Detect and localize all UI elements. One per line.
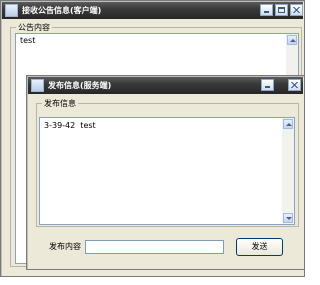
- close-button[interactable]: [290, 4, 303, 16]
- app-icon: [31, 79, 44, 92]
- scroll-down-button[interactable]: [283, 213, 293, 223]
- maximize-icon: [278, 7, 285, 13]
- scroll-up-icon: [290, 39, 296, 42]
- publish-content-input[interactable]: [85, 240, 224, 254]
- scroll-up-button[interactable]: [283, 119, 293, 129]
- notice-line: test: [20, 36, 36, 45]
- notice-content-label: 公告内容: [16, 22, 52, 33]
- maximize-button[interactable]: [275, 4, 288, 16]
- publish-line: 3-39-42 test: [44, 121, 96, 130]
- publish-scrollbar[interactable]: [282, 118, 294, 224]
- close-icon: [291, 82, 298, 88]
- minimize-button[interactable]: [261, 79, 274, 91]
- server-window-title: 发布信息(服务端): [48, 81, 112, 90]
- send-button[interactable]: 发送: [236, 238, 283, 256]
- scroll-down-icon: [286, 217, 292, 220]
- publish-info-textarea[interactable]: 3-39-42 test: [39, 117, 295, 225]
- minimize-button[interactable]: [260, 4, 273, 16]
- minimize-icon: [265, 86, 270, 88]
- scroll-up-button[interactable]: [287, 35, 297, 45]
- client-window-title: 接收公告信息(客户端): [22, 6, 102, 15]
- app-icon: [5, 4, 18, 17]
- close-button[interactable]: [288, 79, 301, 91]
- server-title-bar[interactable]: 发布信息(服务端): [28, 77, 303, 94]
- publish-info-label: 发布信息: [42, 98, 78, 109]
- close-icon: [293, 7, 300, 13]
- client-title-bar[interactable]: 接收公告信息(客户端): [2, 2, 303, 19]
- publish-info-group: 发布信息 3-39-42 test: [36, 98, 299, 227]
- minimize-icon: [264, 11, 269, 13]
- scroll-up-icon: [286, 123, 292, 126]
- server-window: 发布信息(服务端) 发布信息 3-39-42 test 发布内容 发送: [26, 75, 305, 270]
- publish-content-label: 发布内容: [49, 242, 81, 251]
